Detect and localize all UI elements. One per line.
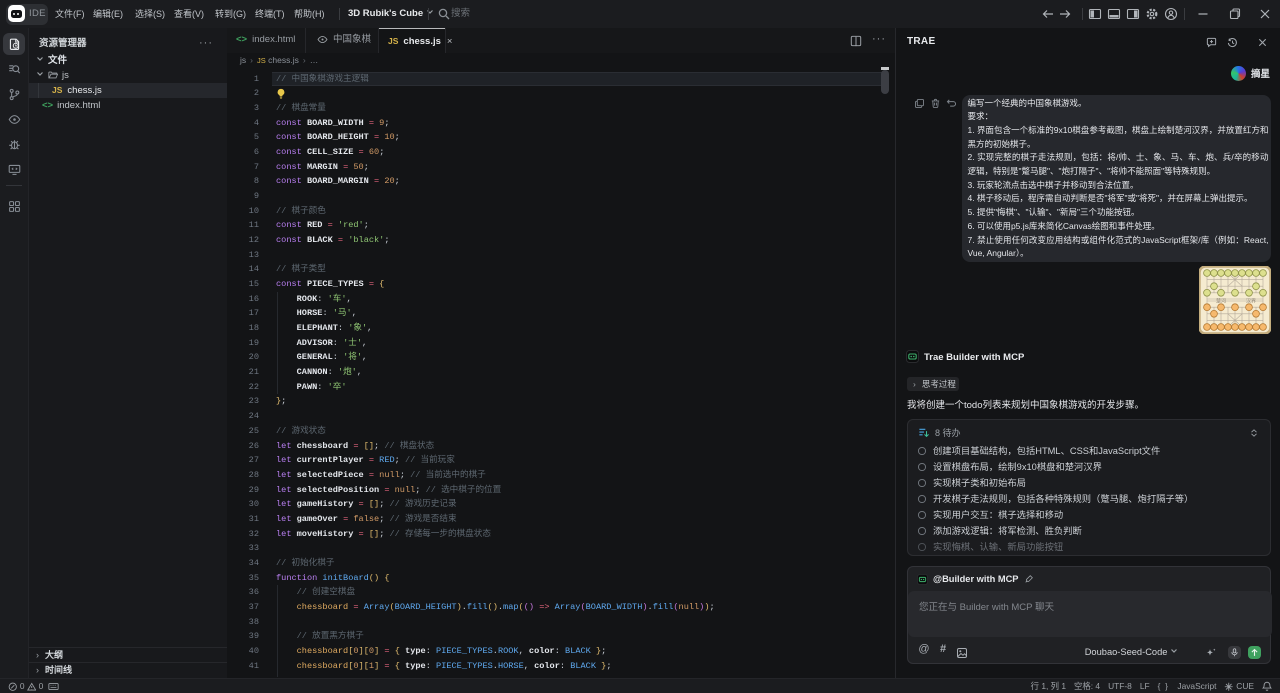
svg-text:汉界: 汉界 xyxy=(1246,298,1256,305)
